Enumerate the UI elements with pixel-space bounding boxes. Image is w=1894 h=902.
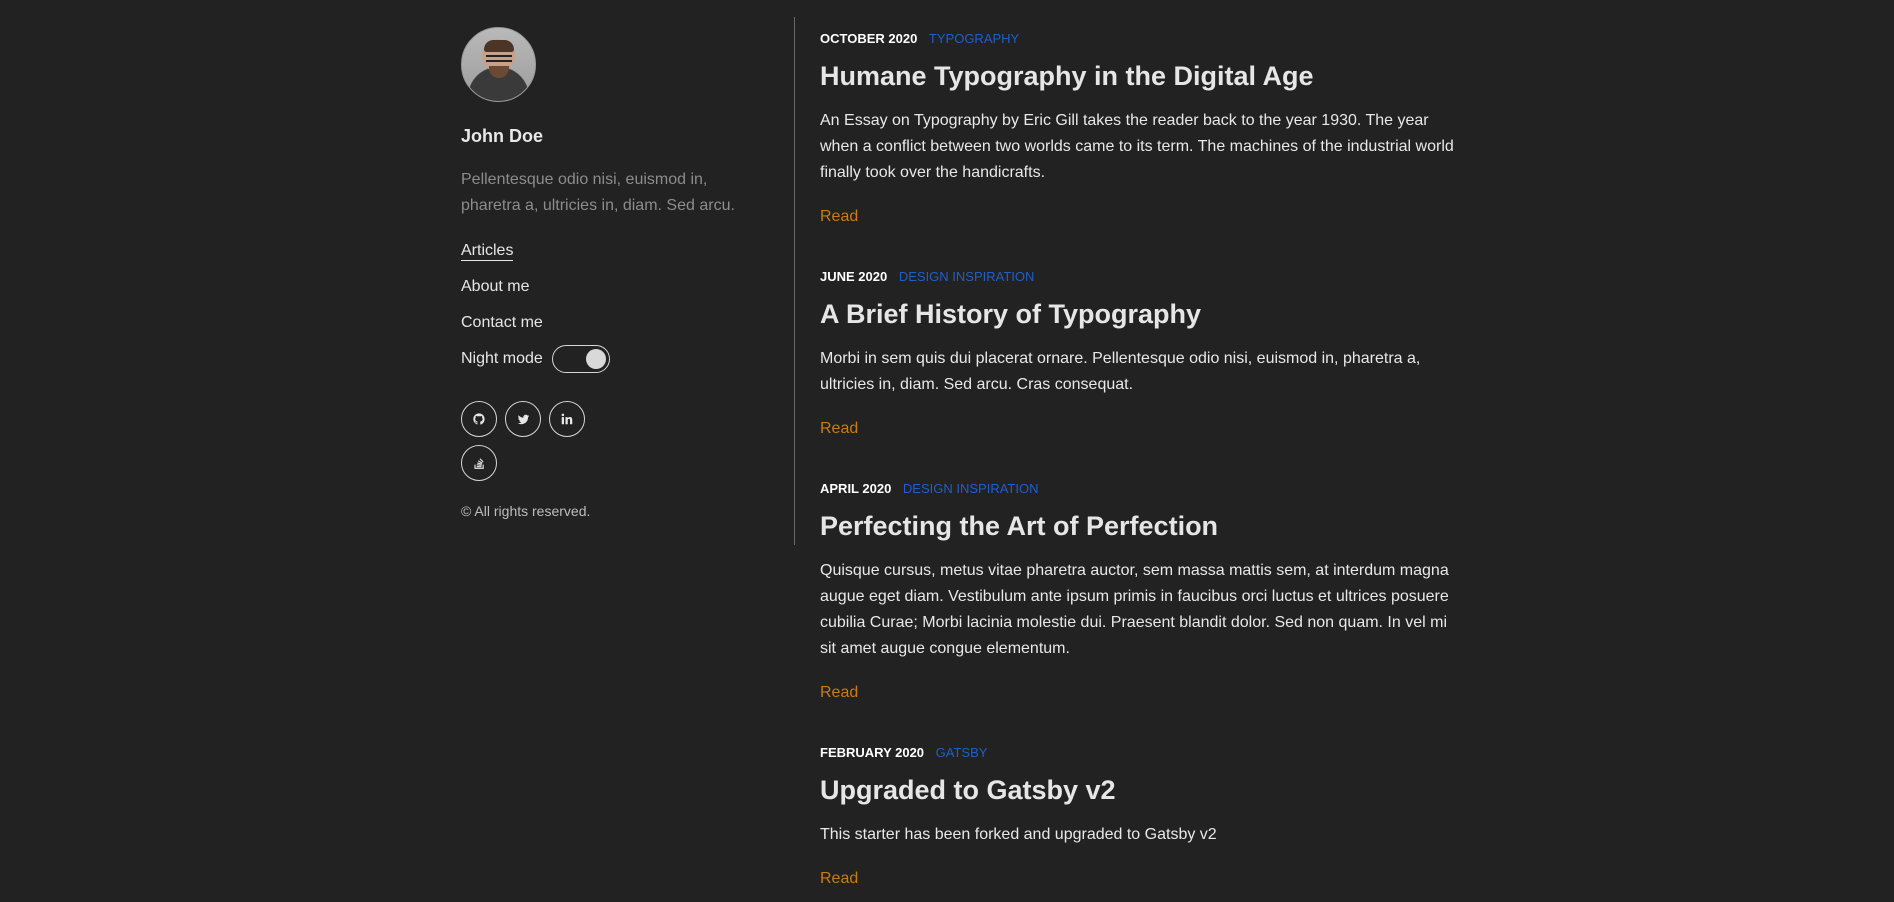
- article-title[interactable]: Upgraded to Gatsby v2: [820, 774, 1460, 806]
- twitter-icon: [517, 414, 529, 424]
- article-category[interactable]: DESIGN INSPIRATION: [899, 269, 1035, 284]
- avatar-glasses: [486, 55, 512, 62]
- article-description: Morbi in sem quis dui placerat ornare. P…: [820, 350, 1421, 393]
- stackoverflow-button[interactable]: [461, 445, 497, 481]
- read-link[interactable]: Read: [820, 418, 858, 440]
- article-category[interactable]: GATSBY: [936, 745, 988, 760]
- article-item: JUNE 2020 DESIGN INSPIRATION A Brief His…: [820, 268, 1460, 480]
- nav-item-about: About me: [461, 276, 771, 312]
- sidebar-nav: Articles About me Contact me Night mode: [461, 240, 771, 374]
- read-link[interactable]: Read: [820, 682, 858, 704]
- author-avatar[interactable]: [461, 27, 536, 102]
- twitter-button[interactable]: [505, 401, 541, 437]
- article-meta: JUNE 2020 DESIGN INSPIRATION: [820, 268, 1460, 286]
- social-links: [461, 401, 611, 481]
- night-mode-row: Night mode: [461, 344, 771, 374]
- article-item: OCTOBER 2020 TYPOGRAPHY Humane Typograph…: [820, 30, 1460, 268]
- github-icon: [473, 413, 485, 425]
- github-button[interactable]: [461, 401, 497, 437]
- night-mode-label: Night mode: [461, 350, 543, 367]
- author-bio: Pellentesque odio nisi, euismod in, phar…: [461, 171, 735, 214]
- author-name[interactable]: John Doe: [461, 126, 771, 147]
- linkedin-button[interactable]: [549, 401, 585, 437]
- article-category[interactable]: TYPOGRAPHY: [929, 31, 1019, 46]
- nav-link-about[interactable]: About me: [461, 278, 529, 295]
- article-category[interactable]: DESIGN INSPIRATION: [903, 481, 1039, 496]
- article-item: APRIL 2020 DESIGN INSPIRATION Perfecting…: [820, 480, 1460, 744]
- article-title[interactable]: Humane Typography in the Digital Age: [820, 60, 1460, 92]
- article-title[interactable]: A Brief History of Typography: [820, 298, 1460, 330]
- article-date: FEBRUARY 2020: [820, 745, 925, 760]
- article-description: Quisque cursus, metus vitae pharetra auc…: [820, 562, 1449, 657]
- linkedin-icon: [561, 413, 573, 425]
- night-mode-toggle[interactable]: [551, 345, 610, 373]
- stackoverflow-icon: [473, 458, 484, 469]
- nav-link-contact[interactable]: Contact me: [461, 314, 543, 331]
- article-date: JUNE 2020: [820, 269, 888, 284]
- article-description: An Essay on Typography by Eric Gill take…: [820, 112, 1454, 181]
- article-meta: APRIL 2020 DESIGN INSPIRATION: [820, 480, 1460, 498]
- page: John Doe Pellentesque odio nisi, euismod…: [0, 0, 1894, 902]
- toggle-knob: [585, 349, 606, 369]
- article-date: OCTOBER 2020: [820, 31, 918, 46]
- article-date: APRIL 2020: [820, 481, 892, 496]
- article-description: This starter has been forked and upgrade…: [820, 826, 1217, 843]
- copyright: © All rights reserved.: [461, 503, 591, 519]
- sidebar-divider: [794, 17, 795, 545]
- read-link[interactable]: Read: [820, 868, 858, 890]
- avatar-hair: [484, 40, 514, 52]
- article-item: FEBRUARY 2020 GATSBY Upgraded to Gatsby …: [820, 744, 1460, 890]
- article-meta: OCTOBER 2020 TYPOGRAPHY: [820, 30, 1460, 48]
- nav-item-articles: Articles: [461, 240, 771, 276]
- article-meta: FEBRUARY 2020 GATSBY: [820, 744, 1460, 762]
- nav-link-articles[interactable]: Articles: [461, 242, 514, 261]
- read-link[interactable]: Read: [820, 206, 858, 228]
- article-title[interactable]: Perfecting the Art of Perfection: [820, 510, 1460, 542]
- article-feed: OCTOBER 2020 TYPOGRAPHY Humane Typograph…: [820, 30, 1460, 890]
- nav-item-contact: Contact me: [461, 312, 771, 348]
- avatar-beard: [489, 66, 509, 78]
- sidebar: John Doe Pellentesque odio nisi, euismod…: [461, 27, 771, 519]
